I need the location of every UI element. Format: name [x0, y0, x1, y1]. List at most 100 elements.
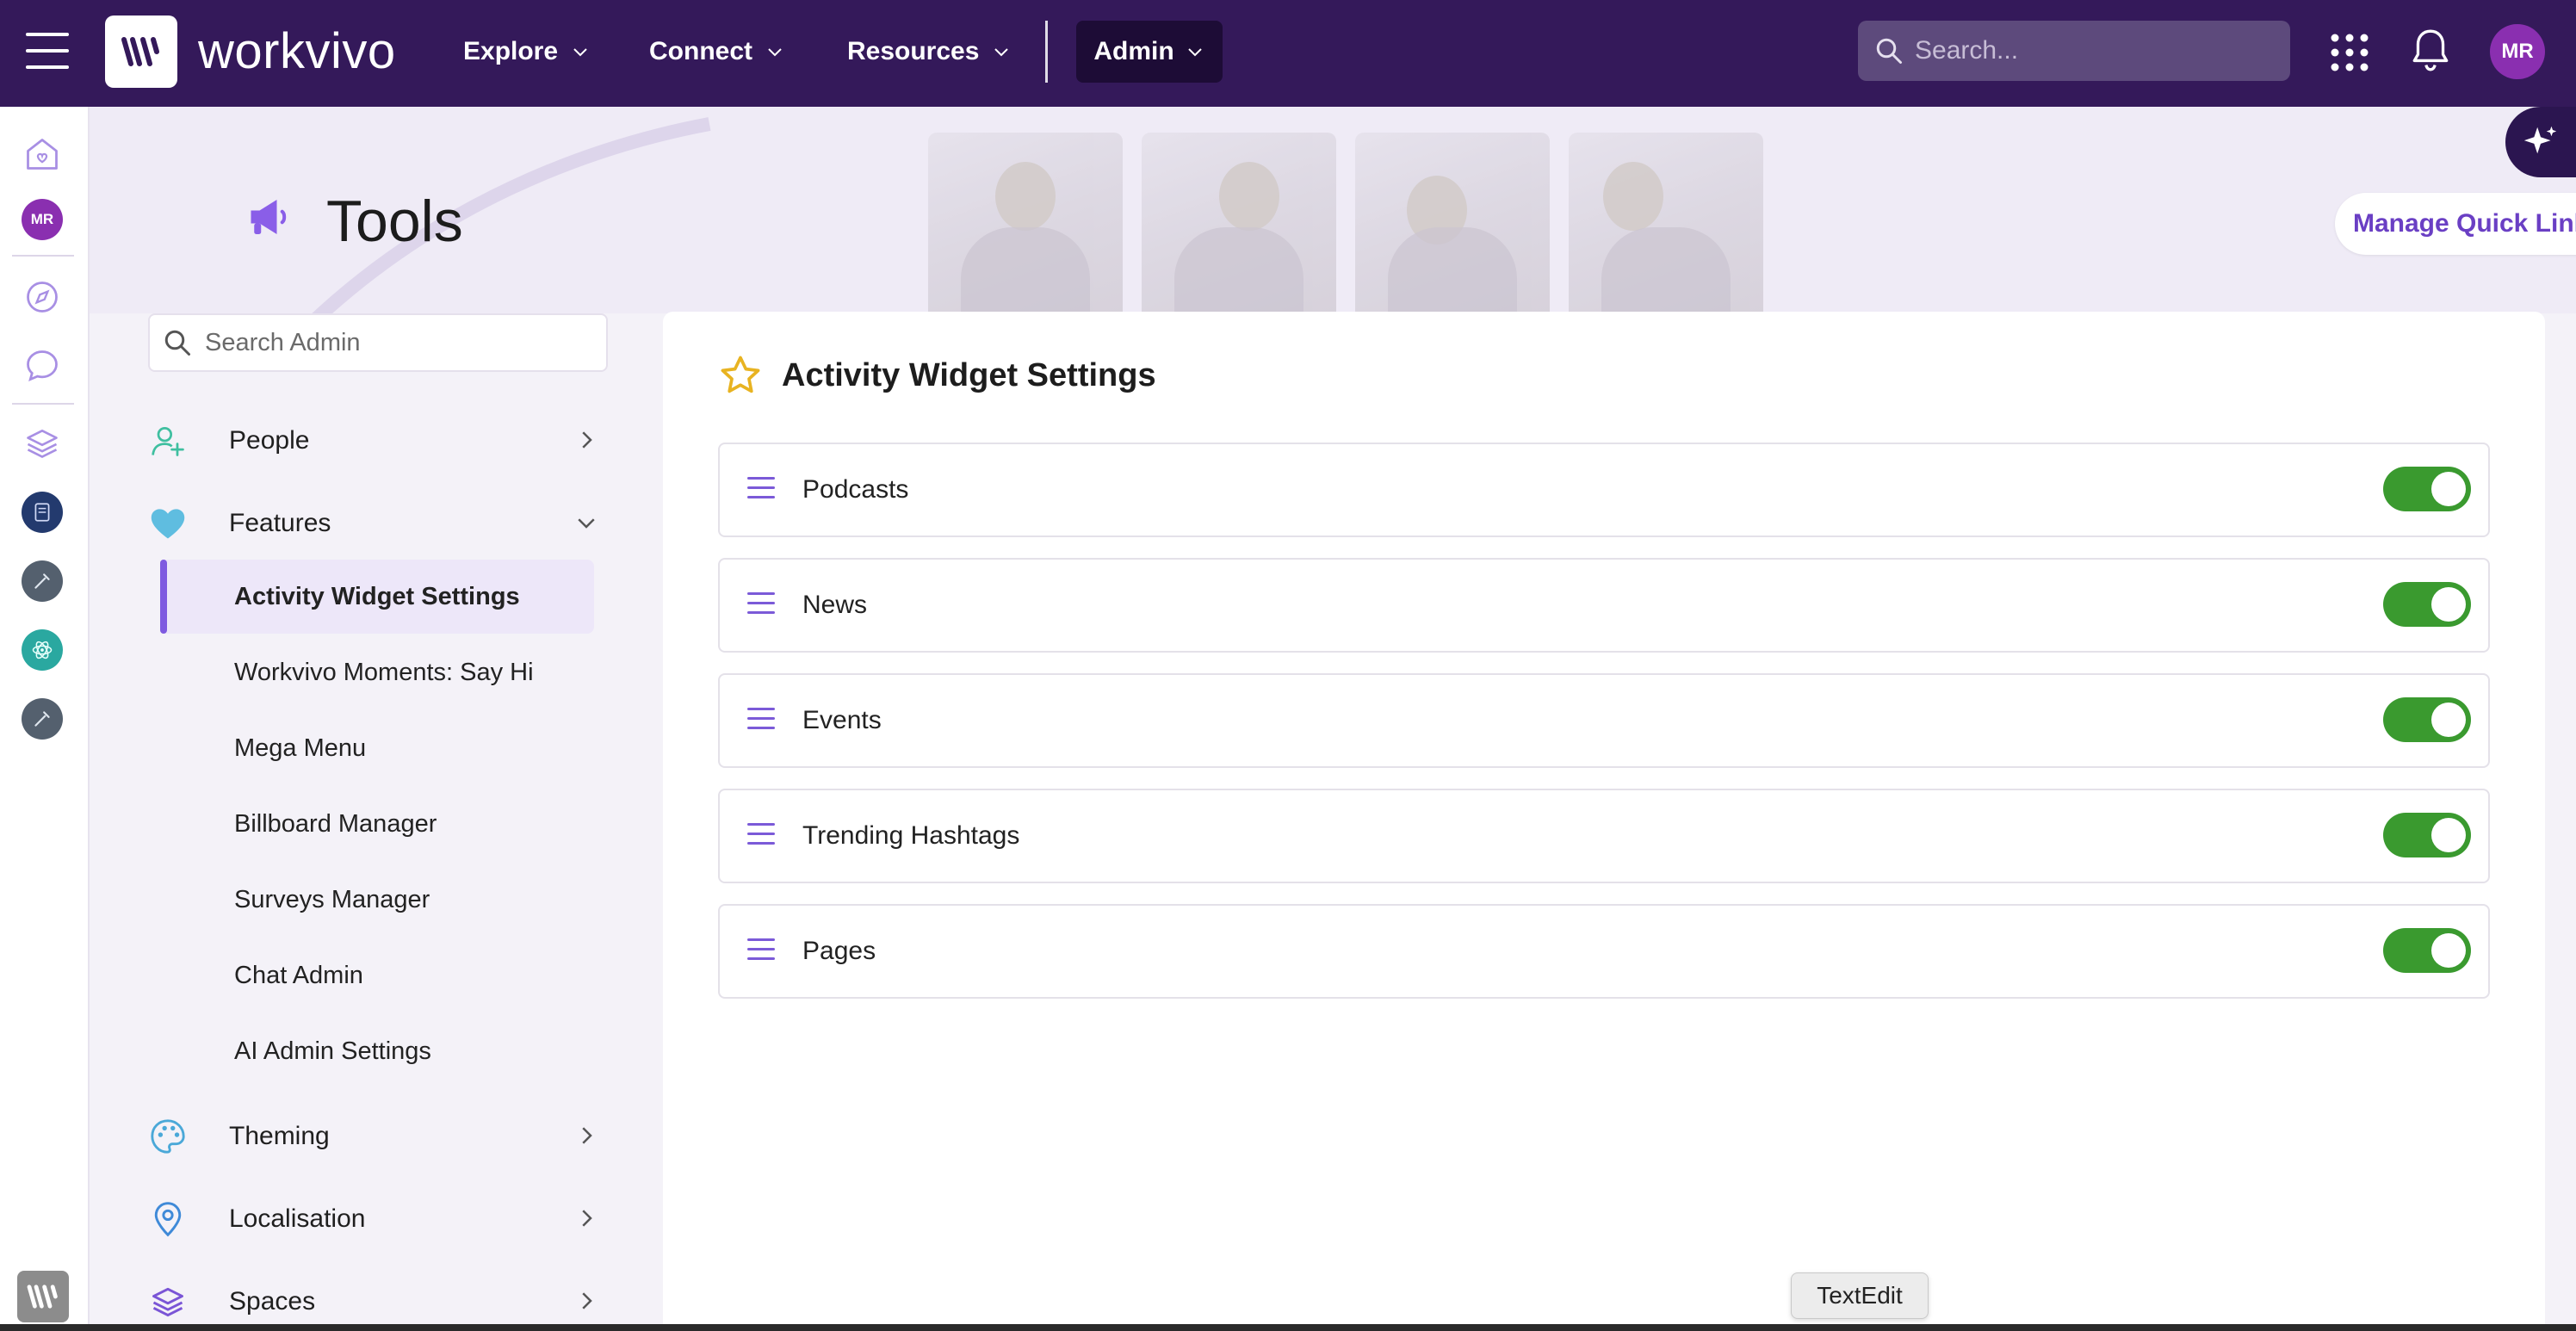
sidebar-section-label: People — [229, 426, 310, 455]
sparkle-icon — [2523, 126, 2557, 154]
ai-assistant-sparkle-button[interactable] — [2505, 107, 2576, 177]
megaphone-icon — [251, 200, 287, 234]
setting-label: Trending Hashtags — [802, 821, 1020, 850]
admin-search-input[interactable] — [205, 328, 601, 357]
nav-divider — [1045, 21, 1048, 83]
layers-icon — [146, 1280, 189, 1323]
chevron-right-icon — [582, 1127, 592, 1144]
rail-divider — [12, 255, 74, 257]
chevron-down-icon — [1187, 48, 1202, 57]
setting-label: News — [802, 591, 868, 619]
drag-handle-icon[interactable] — [747, 708, 775, 734]
heart-icon — [146, 502, 189, 545]
sidebar-item-surveys-manager[interactable]: Surveys Manager — [160, 863, 594, 937]
sidebar-item-billboard-manager[interactable]: Billboard Manager — [160, 787, 594, 861]
setting-row-events: Events — [718, 673, 2490, 768]
nav-explore[interactable]: Explore — [463, 33, 591, 71]
user-avatar[interactable]: MR — [2490, 24, 2545, 79]
dock-tooltip: TextEdit — [1791, 1272, 1929, 1319]
rail-home-icon[interactable] — [21, 133, 64, 176]
admin-search[interactable] — [148, 313, 608, 372]
setting-row-news: News — [718, 558, 2490, 653]
nav-resources-label: Resources — [847, 37, 980, 65]
global-search-input[interactable] — [1915, 36, 2276, 65]
chevron-down-icon — [573, 48, 587, 57]
chevron-down-icon — [994, 48, 1009, 57]
sidebar-section-localisation[interactable]: Localisation — [146, 1193, 608, 1245]
rail-space-notebook-icon[interactable] — [21, 491, 64, 534]
setting-row-pages: Pages — [718, 904, 2490, 999]
top-navigation-bar: workvivo Explore Connect Resources Admin… — [0, 0, 2576, 107]
sidebar-item-mega-menu[interactable]: Mega Menu — [160, 711, 594, 785]
sidebar-section-label: Spaces — [229, 1287, 316, 1316]
header-photo — [1142, 133, 1336, 313]
setting-label: Pages — [802, 937, 876, 965]
sidebar-section-theming[interactable]: Theming — [146, 1111, 608, 1162]
card-title: Activity Widget Settings — [782, 356, 1156, 393]
map-pin-icon — [146, 1198, 189, 1241]
chevron-right-icon — [582, 1292, 592, 1309]
header-photo — [928, 133, 1123, 313]
chevron-down-icon — [578, 518, 595, 529]
toggle-switch-pages[interactable] — [2383, 928, 2471, 973]
drag-handle-icon[interactable] — [747, 938, 775, 964]
page-header-band: Tools Manage Quick Links — [90, 107, 2576, 313]
search-icon — [1876, 38, 1902, 64]
setting-row-podcasts: Podcasts — [718, 443, 2490, 537]
add-person-icon — [146, 419, 189, 462]
rail-chat-icon[interactable] — [21, 344, 64, 387]
drag-handle-icon[interactable] — [747, 823, 775, 849]
left-icon-rail: MR — [0, 107, 90, 1331]
drag-handle-icon[interactable] — [747, 477, 775, 503]
sidebar-item-workvivo-moments[interactable]: Workvivo Moments: Say Hi — [160, 635, 594, 709]
page-title: Tools — [326, 189, 463, 254]
brand-name[interactable]: workvivo — [198, 21, 396, 83]
sidebar-section-features[interactable]: Features — [146, 498, 608, 549]
sidebar-section-label: Localisation — [229, 1204, 366, 1233]
sidebar-section-spaces[interactable]: Spaces — [146, 1276, 608, 1328]
chevron-right-icon — [582, 1210, 592, 1227]
rail-space-atom-icon[interactable] — [21, 628, 64, 672]
rail-explore-compass-icon[interactable] — [21, 275, 64, 319]
rail-space-tools-icon[interactable] — [21, 560, 64, 603]
dock-edge — [0, 1324, 2576, 1331]
toggle-switch-news[interactable] — [2383, 582, 2471, 627]
drag-handle-icon[interactable] — [747, 592, 775, 618]
header-photo — [1569, 133, 1763, 313]
sidebar-item-activity-widget-settings[interactable]: Activity Widget Settings — [160, 560, 594, 634]
menu-icon[interactable] — [26, 33, 69, 72]
setting-label: Events — [802, 706, 882, 734]
notifications-bell-icon[interactable] — [2409, 28, 2452, 74]
admin-label: Admin — [1093, 37, 1174, 65]
toggle-switch-trending-hashtags[interactable] — [2383, 813, 2471, 857]
admin-menu-button[interactable]: Admin — [1076, 21, 1223, 83]
rail-space-wrench-icon[interactable] — [21, 697, 64, 740]
star-icon — [721, 356, 760, 393]
workvivo-logo-icon[interactable] — [105, 15, 177, 88]
activity-widget-settings-card: Activity Widget Settings Podcasts News E… — [663, 312, 2545, 1331]
toggle-switch-events[interactable] — [2383, 697, 2471, 742]
nav-connect-label: Connect — [649, 37, 752, 65]
rail-divider — [12, 403, 74, 405]
sidebar-section-people[interactable]: People — [146, 415, 608, 467]
nav-resources[interactable]: Resources — [847, 33, 1012, 71]
chevron-right-icon — [582, 431, 592, 449]
card-header: Activity Widget Settings — [718, 353, 1156, 398]
nav-explore-label: Explore — [463, 37, 559, 65]
rail-workvivo-app-icon[interactable] — [17, 1271, 69, 1322]
rail-spaces-layers-icon[interactable] — [21, 422, 64, 465]
search-icon — [164, 330, 190, 356]
toggle-switch-podcasts[interactable] — [2383, 467, 2471, 511]
global-search[interactable] — [1858, 21, 2290, 81]
chevron-down-icon — [768, 48, 782, 57]
sidebar-section-label: Features — [229, 509, 331, 537]
setting-label: Podcasts — [802, 475, 909, 504]
nav-connect[interactable]: Connect — [649, 33, 785, 71]
header-photo — [1355, 133, 1550, 313]
palette-icon — [146, 1115, 189, 1158]
rail-profile-avatar[interactable]: MR — [21, 198, 64, 241]
sidebar-item-chat-admin[interactable]: Chat Admin — [160, 938, 594, 1012]
sidebar-item-ai-admin-settings[interactable]: AI Admin Settings — [160, 1014, 594, 1088]
manage-quick-links-button[interactable]: Manage Quick Links — [2335, 193, 2576, 255]
apps-grid-icon[interactable] — [2330, 33, 2369, 72]
